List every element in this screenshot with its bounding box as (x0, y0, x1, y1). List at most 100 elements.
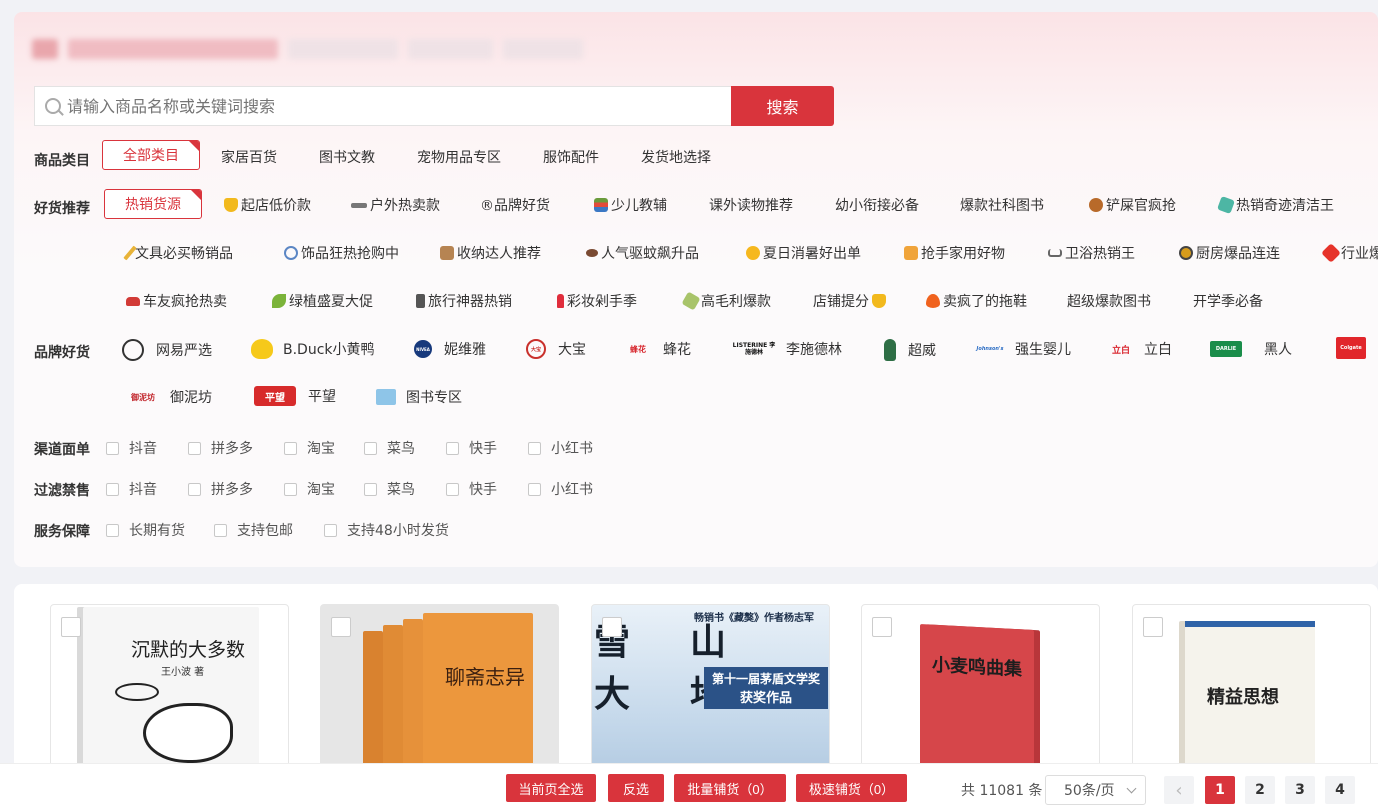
brand-item[interactable]: LISTERINE 李施德林 李施德林 (732, 339, 842, 359)
page-button[interactable]: 3 (1285, 776, 1315, 804)
recommend-item[interactable]: 抢手家用好物 (904, 243, 1005, 263)
brand-item[interactable]: Johnson's 强生婴儿 (977, 339, 1071, 359)
brand-item[interactable]: 平望 平望 (254, 386, 336, 406)
service-checkbox[interactable]: 支持包邮 (214, 520, 293, 540)
filter-checkbox[interactable]: 拼多多 (188, 479, 253, 499)
recommend-item[interactable]: 卖疯了的拖鞋 (926, 291, 1027, 311)
checkbox-box[interactable] (528, 482, 541, 496)
batch-list-button[interactable]: 批量铺货（0） (674, 774, 786, 802)
recommend-item[interactable]: 幼小衔接必备 (835, 195, 919, 215)
filter-checkbox[interactable]: 淘宝 (284, 479, 335, 499)
brand-item[interactable]: NIVEA 妮维雅 (414, 339, 486, 359)
channel-checkbox[interactable]: 菜鸟 (364, 438, 415, 458)
brand-item[interactable]: Colgate (1336, 337, 1366, 359)
recommend-item[interactable]: 热销奇迹清洁王 (1217, 195, 1334, 215)
duck-logo-icon (251, 339, 273, 359)
brand-item[interactable]: 御泥坊 御泥坊 (128, 387, 212, 407)
page-button[interactable]: 1 (1205, 776, 1235, 804)
channel-checkbox[interactable]: 抖音 (106, 438, 157, 458)
category-item[interactable]: 发货地选择 (641, 147, 711, 167)
page-size-select[interactable]: 50条/页 (1045, 775, 1146, 805)
recommend-item[interactable]: 店铺提分 (813, 291, 886, 311)
checkbox-box[interactable] (364, 441, 377, 455)
checkbox-box[interactable] (528, 441, 541, 455)
recommend-item[interactable]: 高毛利爆款 (681, 291, 771, 311)
brand-item[interactable]: 网易严选 (122, 339, 212, 361)
checkbox-box[interactable] (284, 482, 297, 496)
product-checkbox[interactable] (1143, 617, 1163, 637)
category-all[interactable]: 全部类目 (102, 140, 200, 170)
recommend-item[interactable]: 户外热卖款 (351, 195, 440, 215)
recommend-item[interactable]: 铲屎官疯抢 (1089, 195, 1176, 215)
channel-checkbox[interactable]: 淘宝 (284, 438, 335, 458)
category-item[interactable]: 服饰配件 (543, 147, 599, 167)
recommend-item[interactable]: 少儿教辅 (594, 195, 667, 215)
checkbox-box[interactable] (446, 441, 459, 455)
recommend-item[interactable]: 饰品狂热抢购中 (284, 243, 399, 263)
channel-checkbox[interactable]: 快手 (446, 438, 497, 458)
checkbox-box[interactable] (106, 441, 119, 455)
brand-item[interactable]: DARLIE 黑人 (1210, 339, 1292, 359)
category-item-label: 全部类目 (123, 148, 179, 164)
checkbox-box[interactable] (284, 441, 297, 455)
checkbox-box[interactable] (324, 523, 337, 537)
product-checkbox[interactable] (331, 617, 351, 637)
recommend-item[interactable]: 卫浴热销王 (1048, 243, 1135, 263)
filter-checkbox[interactable]: 菜鸟 (364, 479, 415, 499)
product-checkbox[interactable] (872, 617, 892, 637)
checkbox-box[interactable] (188, 482, 201, 496)
channel-checkbox[interactable]: 小红书 (528, 438, 593, 458)
select-page-button[interactable]: 当前页全选 (506, 774, 596, 802)
brand-name: 网易严选 (156, 343, 212, 359)
invert-selection-button[interactable]: 反选 (608, 774, 664, 802)
product-checkbox[interactable] (602, 617, 622, 637)
service-checkbox[interactable]: 支持48小时发货 (324, 520, 449, 540)
recommend-hot[interactable]: 热销货源 (104, 189, 202, 219)
search-button[interactable]: 搜索 (731, 86, 834, 126)
recommend-item[interactable]: 绿植盛夏大促 (272, 291, 373, 311)
yunifang-logo-icon: 御泥坊 (131, 392, 155, 402)
product-checkbox[interactable] (61, 617, 81, 637)
filter-checkbox[interactable]: 小红书 (528, 479, 593, 499)
filter-checkbox[interactable]: 抖音 (106, 479, 157, 499)
checkbox-box[interactable] (214, 523, 227, 537)
prev-page-button[interactable]: ‹ (1164, 776, 1194, 804)
checkbox-box[interactable] (106, 482, 119, 496)
cover-stripe (1185, 621, 1315, 627)
category-item[interactable]: 家居百货 (221, 147, 277, 167)
checkbox-box[interactable] (446, 482, 459, 496)
recommend-item[interactable]: 旅行神器热销 (416, 291, 512, 311)
recommend-item[interactable]: 夏日消暑好出单 (746, 243, 861, 263)
brand-item[interactable]: 大宝 大宝 (526, 339, 586, 359)
recommend-item[interactable]: 行业爆 (1321, 243, 1378, 263)
search-input[interactable] (67, 96, 667, 116)
recommend-item[interactable]: 车友疯抢热卖 (126, 291, 227, 311)
recommend-item[interactable]: 收纳达人推荐 (440, 243, 541, 263)
brand-item[interactable]: 立白 立白 (1110, 339, 1172, 359)
recommend-item[interactable]: 彩妆剁手季 (557, 291, 637, 311)
page-button[interactable]: 4 (1325, 776, 1355, 804)
category-item[interactable]: 图书文教 (319, 147, 375, 167)
brand-item[interactable]: 蜂花 蜂花 (625, 339, 691, 359)
checkbox-box[interactable] (106, 523, 119, 537)
recommend-item[interactable]: 超级爆款图书 (1067, 291, 1151, 311)
fast-list-button[interactable]: 极速铺货（0） (796, 774, 907, 802)
service-checkbox[interactable]: 长期有货 (106, 520, 185, 540)
channel-checkbox[interactable]: 拼多多 (188, 438, 253, 458)
checkbox-box[interactable] (188, 441, 201, 455)
brand-item[interactable]: 图书专区 (376, 387, 462, 407)
page-button[interactable]: 2 (1245, 776, 1275, 804)
recommend-item[interactable]: 开学季必备 (1193, 291, 1263, 311)
recommend-item[interactable]: 课外读物推荐 (709, 195, 793, 215)
recommend-item[interactable]: 爆款社科图书 (960, 195, 1044, 215)
recommend-item[interactable]: 厨房爆品连连 (1179, 243, 1280, 263)
filter-checkbox[interactable]: 快手 (446, 479, 497, 499)
checkbox-box[interactable] (364, 482, 377, 496)
recommend-item[interactable]: 文具必买畅销品 (123, 243, 233, 263)
brand-item[interactable]: B.Duck小黄鸭 (251, 339, 375, 359)
category-item[interactable]: 宠物用品专区 (417, 147, 501, 167)
recommend-item[interactable]: 人气驱蚊飙升品 (586, 243, 699, 263)
recommend-item[interactable]: ®品牌好货 (480, 195, 550, 215)
brand-item[interactable]: 超威 (884, 339, 936, 361)
recommend-item[interactable]: 起店低价款 (224, 195, 311, 215)
